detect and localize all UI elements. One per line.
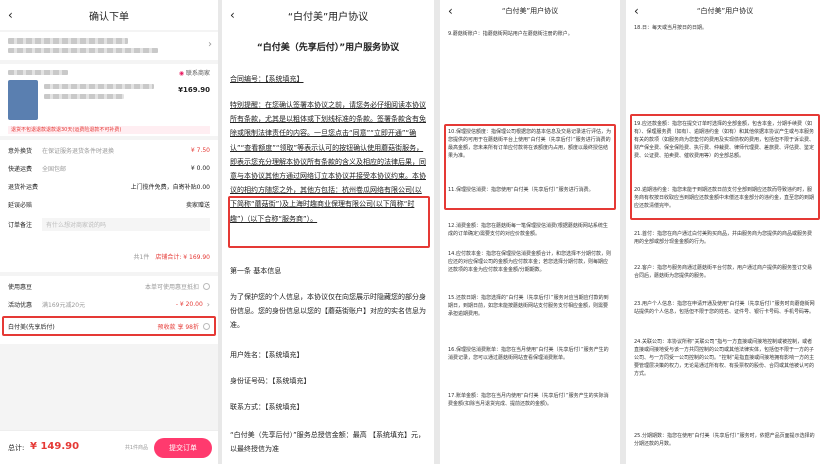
- id-number-field: 身份证号码：【系统填充】: [230, 377, 311, 385]
- section-heading: 第一条 基本信息: [230, 267, 282, 275]
- clause-22: 22.客户：指您与服务商通过蘑菇街平台付款，用户通过商户提供的服务签订交易合同后…: [634, 265, 812, 279]
- option-row-insurance[interactable]: 意外换货 在保证服务退货条件时退换 ¥ 7.50: [0, 146, 218, 155]
- credit-amount-paragraph: “白付美（先享后付）”服务总授信金额：最高 【系统填充】元，以最终授信为准: [230, 431, 425, 453]
- subtotal-amount: 店铺合计: ¥ 169.90: [155, 254, 210, 261]
- shop-name: [8, 70, 68, 75]
- coupon-label: 使用惠豆: [8, 284, 33, 291]
- contact-seller[interactable]: ◉ 联系商家: [179, 68, 210, 77]
- product-image[interactable]: [8, 80, 38, 120]
- option-label: 退货补运费: [8, 184, 39, 191]
- option-label: 延误必赔: [8, 202, 33, 209]
- promo-label: 活动优惠: [8, 302, 33, 309]
- agreement-header: ‹ “白付美”用户协议: [440, 0, 620, 22]
- option-label: 意外换货: [8, 148, 33, 155]
- clause-16: 16.保理授信消费账单：指您在当月使用“白付美（先享后付）”服务产生的消费记录，…: [448, 347, 609, 361]
- back-icon[interactable]: ‹: [448, 4, 453, 18]
- coupon-value: 本单可使用惠豆抵扣: [144, 284, 199, 291]
- item-count: 共1件商品: [124, 445, 148, 451]
- highlight-box: [630, 114, 820, 220]
- product-title: [44, 84, 154, 89]
- coupon-row[interactable]: 使用惠豆 本单可使用惠豆抵扣: [0, 282, 218, 291]
- chevron-right-icon: ›: [206, 300, 210, 309]
- agreement-title: “白付美”用户协议: [287, 11, 369, 23]
- agreement-header: ‹ “白付美”用户协议: [222, 0, 434, 30]
- checkout-bar: 总计: ¥ 149.90 共1件商品 提交订单: [0, 430, 218, 464]
- back-icon[interactable]: ‹: [8, 8, 13, 22]
- return-note: 退货不包退退款退款退30天(运费险退款不可补费): [8, 126, 210, 134]
- agreement-screen-2: ‹ “白付美”用户协议 9.蘑菇街账户：指蘑菇街网站用户在蘑菇街注册的账户。 1…: [440, 0, 620, 464]
- coupon-radio[interactable]: [203, 283, 210, 290]
- privacy-paragraph: 为了保护您的个人信息，本协议仅在向您展示时隐藏您的部分身份信息。您的身份信息以您…: [230, 293, 426, 329]
- agreement-title: “白付美”用户协议: [696, 7, 754, 15]
- highlight-box: [444, 124, 616, 210]
- highlight-box: [228, 196, 430, 248]
- highlight-box: [2, 316, 216, 336]
- option-amount: ¥ 0.00: [190, 165, 210, 172]
- option-amount: ¥ 7.50: [190, 147, 210, 154]
- subtotal-count: 共1件: [133, 254, 150, 261]
- clause-23: 23.用户个人信息：指您在申请开通及使用“白付美（先享后付）”服务时向蘑菇街网站…: [634, 301, 815, 315]
- product-spec: [44, 94, 124, 99]
- clause-12: 12.消费金额：指您在蘑菇街每一笔保理授信消费(根据蘑菇街网站系统生成的订单确定…: [448, 223, 608, 237]
- option-value: 全国包邮: [42, 166, 67, 173]
- contract-number: 合同编号：【系统填充】: [230, 75, 304, 83]
- option-amount: 上门揽件免费，自寄补贴0.00: [130, 184, 210, 191]
- clause-15: 15.还款日期：指您选择的“白付美（先享后付）”服务对应当期应付款的到期日，到期…: [448, 295, 609, 317]
- option-value: 在保证服务退货条件时退换: [42, 148, 115, 155]
- promo-value: - ¥ 20.00: [175, 301, 203, 308]
- clause-17: 17.账单金额：指您在当月内使用“白付美（先享后付）”服务产生的实际消费金额(扣…: [448, 393, 609, 407]
- option-amount: 卖家赠送: [185, 202, 210, 209]
- clause-9: 9.蘑菇街账户：指蘑菇街网站用户在蘑菇街注册的账户。: [448, 31, 573, 37]
- contact-label: 联系商家: [185, 70, 210, 77]
- agreement-title: “白付美”用户协议: [501, 7, 559, 15]
- contact-field: 联系方式：【系统填充】: [230, 403, 304, 411]
- submit-order-button[interactable]: 提交订单: [154, 438, 212, 458]
- product-card: ◉ 联系商家 ¥169.90 退货不包退退款退款退30天(运费险退款不可补费): [0, 64, 218, 136]
- total-label: 总计:: [8, 444, 25, 452]
- total-amount: ¥ 149.90: [30, 441, 80, 452]
- clause-25: 25.分期期数：指您在使用“白付美（先享后付）”服务时，依据产品页面提示选择的分…: [634, 433, 815, 447]
- option-row-delay: 延误必赔 卖家赠送: [0, 200, 218, 209]
- agreement-heading: “白付美（先享后付）”用户服务协议: [256, 43, 400, 53]
- option-label: 订单备注: [8, 222, 33, 229]
- agreement-screen-3: ‹ “白付美”用户协议 18.日：每天或当月按日的日期。 19.应还款金额：指您…: [626, 0, 824, 464]
- discount-section: 使用惠豆 本单可使用惠豆抵扣 活动优惠 满169元减20元 - ¥ 20.00 › 白付…: [0, 276, 218, 344]
- subtotal-row: 共1件 店铺合计: ¥ 169.90: [0, 252, 218, 261]
- chat-icon: ◉: [178, 70, 185, 77]
- option-label: 快递运费: [8, 166, 33, 173]
- address-detail: [8, 48, 158, 53]
- address-name: [8, 38, 128, 44]
- clause-21: 21.首付：指您在商户通过白付美购买商品，并由服务商为您提供的商品或服务费用的全…: [634, 231, 812, 245]
- order-options: 意外换货 在保证服务退货条件时退换 ¥ 7.50 快递运费 全国包邮 ¥ 0.00 退货…: [0, 140, 218, 272]
- clause-18: 18.日：每天或当月按日的日期。: [634, 25, 707, 31]
- back-icon[interactable]: ‹: [634, 4, 639, 18]
- user-name-field: 用户姓名：【系统填充】: [230, 351, 304, 359]
- clause-24: 24.关联公司：本协议所称“关联公司”指与一方直接或间接地控制或被控制，或者直接…: [634, 339, 815, 377]
- order-header: ‹ 确认下单: [0, 0, 218, 30]
- chevron-right-icon: ›: [208, 39, 212, 50]
- option-row-shipping: 快递运费 全国包邮 ¥ 0.00: [0, 164, 218, 173]
- note-input[interactable]: 有什么想对商家说的吗: [42, 218, 210, 231]
- promo-row[interactable]: 活动优惠 满169元减20元 - ¥ 20.00 ›: [0, 300, 218, 309]
- option-row-note: 订单备注 有什么想对商家说的吗: [0, 218, 218, 231]
- agreement-header: ‹ “白付美”用户协议: [626, 0, 824, 22]
- agreement-screen-1: ‹ “白付美”用户协议 “白付美（先享后付）”用户服务协议 合同编号：【系统填充…: [222, 0, 434, 464]
- page-title: 确认下单: [89, 11, 129, 23]
- order-confirm-screen: ‹ 确认下单 › ◉ 联系商家 ¥169.90 退货不包退退款退款退30天(运费…: [0, 0, 218, 464]
- product-price: ¥169.90: [178, 86, 210, 94]
- promo-detail: 满169元减20元: [42, 302, 86, 309]
- address-card[interactable]: ›: [0, 32, 218, 60]
- back-icon[interactable]: ‹: [230, 8, 235, 22]
- clause-14: 14.应付款本金：指您在保理授信消费金额合计，和您选择不分期付款，则应还的对应保…: [448, 251, 611, 273]
- option-row-return-shipping: 退货补运费 上门揽件免费，自寄补贴0.00: [0, 182, 218, 191]
